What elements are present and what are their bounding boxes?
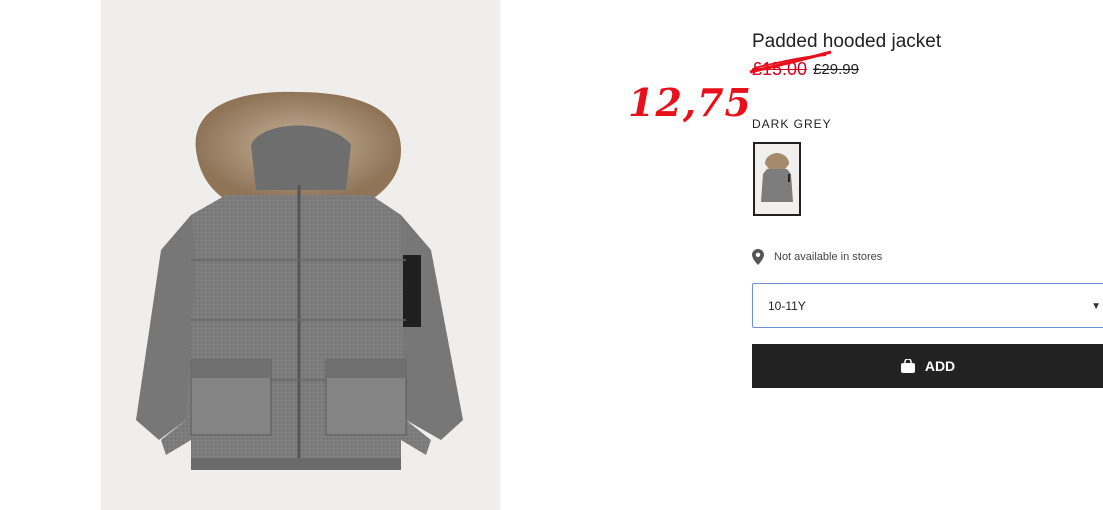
add-button-label: ADD — [924, 358, 956, 374]
product-image[interactable] — [101, 0, 500, 510]
jacket-illustration — [136, 91, 463, 470]
size-select[interactable]: 10-11Y ▼ — [752, 283, 1103, 328]
size-selected-value: 10-11Y — [768, 298, 806, 313]
availability-text: Not available in stores — [774, 251, 883, 263]
handwritten-price-annotation: 12,75 — [628, 80, 752, 125]
location-pin-icon — [752, 249, 764, 265]
swatch-thumbnail — [755, 144, 799, 214]
red-strike-scribble — [749, 50, 832, 74]
color-swatch-dark-grey[interactable] — [753, 142, 801, 216]
add-to-bag-button[interactable]: ADD — [752, 344, 1103, 388]
store-availability: Not available in stores — [752, 249, 882, 265]
shopping-bag-icon — [900, 359, 915, 373]
color-name: DARK GREY — [752, 117, 832, 131]
chevron-down-icon: ▼ — [1091, 301, 1101, 312]
